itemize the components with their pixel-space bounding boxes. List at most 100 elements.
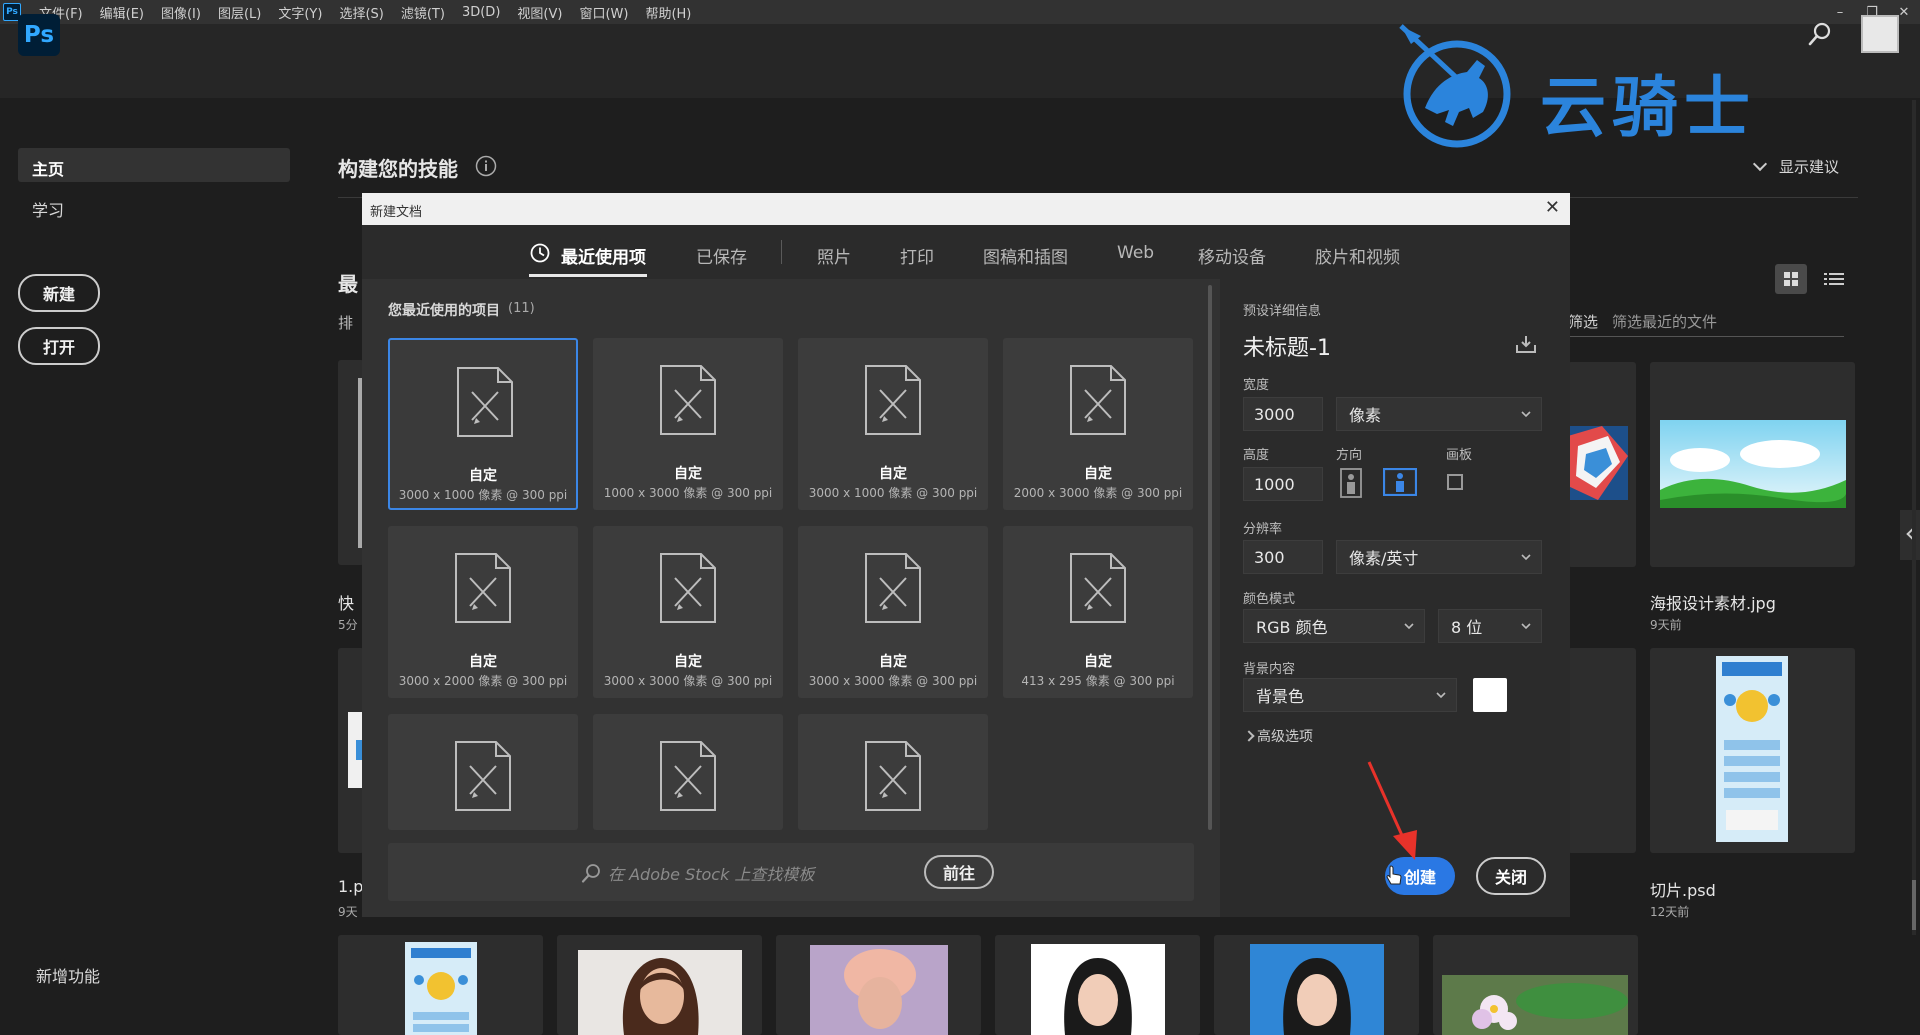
chevron-right-icon (1243, 730, 1255, 742)
recent-file-card[interactable] (1568, 648, 1636, 853)
save-preset-icon[interactable] (1513, 333, 1539, 355)
grid-icon (1784, 272, 1798, 286)
nav-home-label: 主页 (32, 160, 65, 179)
preset-card[interactable]: 自定 3000 x 1000 像素 @ 300 ppi (798, 338, 988, 510)
recent-file-name: 快 (338, 594, 355, 613)
preset-card[interactable] (593, 714, 783, 830)
preset-card[interactable]: 自定 3000 x 1000 像素 @ 300 ppi (388, 338, 578, 510)
document-icon (660, 741, 716, 811)
resolution-unit-value: 像素/英寸 (1349, 549, 1419, 568)
info-icon[interactable] (475, 155, 497, 177)
tab-web[interactable]: Web (1117, 243, 1154, 263)
background-label: 背景内容 (1243, 662, 1296, 677)
file-thumbnail (1250, 944, 1384, 1035)
side-panel-handle[interactable] (1900, 510, 1920, 560)
filter-input[interactable]: 筛选最近的文件 (1612, 311, 1717, 332)
menu-layer[interactable]: 图层(L) (210, 3, 270, 22)
document-icon (865, 365, 921, 435)
show-suggestions-toggle[interactable]: 显示建议 (1752, 156, 1839, 177)
height-input[interactable]: 1000 (1243, 467, 1323, 501)
advanced-options-toggle[interactable]: 高级选项 (1243, 726, 1313, 746)
menu-filter[interactable]: 滤镜(T) (393, 3, 454, 22)
preset-card[interactable]: 自定 1000 x 3000 像素 @ 300 ppi (593, 338, 783, 510)
menu-window[interactable]: 窗口(W) (571, 3, 637, 22)
file-thumbnail (405, 942, 477, 1035)
recent-file-time: 9天前 (1650, 618, 1682, 632)
file-thumbnail (1716, 656, 1788, 842)
advanced-options-label: 高级选项 (1257, 729, 1313, 745)
menu-3d[interactable]: 3D(D) (454, 5, 509, 20)
search-icon[interactable] (1806, 20, 1834, 48)
document-icon (455, 553, 511, 623)
menu-type[interactable]: 文字(Y) (270, 3, 331, 22)
knight-logo-icon (1399, 24, 1511, 148)
width-unit-select[interactable]: 像素 (1336, 397, 1542, 431)
tab-recent[interactable]: 最近使用项 (561, 243, 646, 268)
nav-whats-new[interactable]: 新增功能 (36, 963, 100, 987)
new-button[interactable]: 新建 (18, 274, 100, 312)
preset-name: 自定 (1084, 466, 1112, 482)
ps-logo[interactable]: Ps (18, 14, 60, 56)
preset-card[interactable]: 自定 3000 x 3000 像素 @ 300 ppi (593, 526, 783, 698)
list-view-button[interactable] (1818, 264, 1850, 294)
preset-dimensions: 2000 x 3000 像素 @ 300 ppi (1013, 486, 1183, 500)
dialog-tab-bar: 最近使用项 已保存 照片 打印 图稿和插图 Web 移动设备 胶片和视频 (362, 225, 1570, 279)
width-input[interactable]: 3000 (1243, 397, 1323, 431)
presets-scrollbar[interactable] (1208, 285, 1212, 830)
tab-art-illustration[interactable]: 图稿和插图 (983, 243, 1068, 268)
page-scrollbar[interactable] (1912, 100, 1916, 935)
menu-select[interactable]: 选择(S) (331, 3, 392, 22)
preset-card[interactable]: 自定 2000 x 3000 像素 @ 300 ppi (1003, 338, 1193, 510)
grid-view-button[interactable] (1775, 264, 1807, 294)
stock-go-button[interactable]: 前往 (924, 855, 994, 889)
close-button[interactable]: 关闭 (1476, 857, 1546, 895)
landscape-orientation-icon[interactable] (1383, 468, 1417, 496)
background-color-swatch[interactable] (1473, 678, 1507, 712)
preset-card[interactable]: 自定 413 x 295 像素 @ 300 ppi (1003, 526, 1193, 698)
chevron-down-icon (1436, 692, 1446, 699)
stock-search-input[interactable]: 在 Adobe Stock 上查找模板 (608, 861, 814, 885)
nav-learn[interactable]: 学习 (32, 197, 64, 221)
preset-card[interactable]: 自定 3000 x 3000 像素 @ 300 ppi (798, 526, 988, 698)
preset-card[interactable] (388, 714, 578, 830)
dialog-close-icon[interactable]: ✕ (1545, 197, 1560, 218)
menu-help[interactable]: 帮助(H) (637, 3, 700, 22)
preset-dimensions: 3000 x 1000 像素 @ 300 ppi (398, 488, 568, 502)
document-icon (865, 553, 921, 623)
preset-name: 自定 (674, 654, 702, 670)
resolution-unit-select[interactable]: 像素/英寸 (1336, 540, 1542, 574)
document-name-input[interactable]: 未标题-1 (1243, 330, 1331, 362)
menu-image[interactable]: 图像(I) (153, 3, 210, 22)
chevron-down-icon (1521, 411, 1531, 418)
user-avatar[interactable] (1861, 15, 1899, 53)
tab-photo[interactable]: 照片 (817, 243, 851, 268)
nav-home[interactable]: 主页 (18, 148, 290, 182)
resolution-input[interactable]: 300 (1243, 540, 1323, 574)
menu-view[interactable]: 视图(V) (509, 3, 571, 22)
background-select[interactable]: 背景色 (1243, 678, 1457, 712)
document-icon (865, 741, 921, 811)
artboard-checkbox[interactable] (1447, 474, 1463, 490)
height-label: 高度 (1243, 448, 1270, 463)
clock-icon (530, 243, 550, 263)
color-mode-select[interactable]: RGB 颜色 (1243, 609, 1425, 643)
tab-mobile[interactable]: 移动设备 (1198, 243, 1266, 268)
tab-separator (781, 240, 782, 264)
preset-card[interactable]: 自定 3000 x 2000 像素 @ 300 ppi (388, 526, 578, 698)
filter-underline (1568, 336, 1844, 337)
bit-depth-select[interactable]: 8 位 (1438, 609, 1542, 643)
width-label: 宽度 (1243, 378, 1270, 393)
file-thumbnail (1568, 426, 1628, 500)
page-scrollbar-thumb[interactable] (1912, 880, 1916, 930)
menu-edit[interactable]: 编辑(E) (92, 3, 153, 22)
chevron-down-icon (1404, 623, 1414, 630)
resolution-label: 分辨率 (1243, 522, 1283, 537)
portrait-orientation-icon[interactable] (1338, 468, 1364, 498)
preset-card[interactable] (798, 714, 988, 830)
preset-dimensions: 1000 x 3000 像素 @ 300 ppi (603, 486, 773, 500)
tab-print[interactable]: 打印 (900, 243, 934, 268)
open-button[interactable]: 打开 (18, 327, 100, 365)
chevron-down-icon (1521, 623, 1531, 630)
tab-saved[interactable]: 已保存 (696, 243, 747, 268)
tab-film-video[interactable]: 胶片和视频 (1315, 243, 1400, 268)
